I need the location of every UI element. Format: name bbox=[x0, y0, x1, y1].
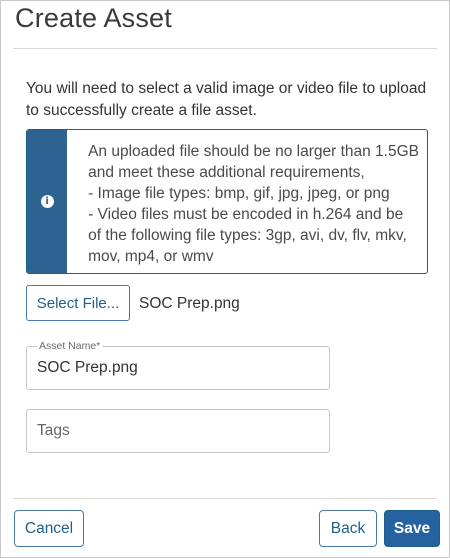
selected-file-name: SOC Prep.png bbox=[139, 295, 240, 312]
info-text: An uploaded file should be no larger tha… bbox=[67, 130, 427, 273]
info-line: mov, mp4, or wmv bbox=[88, 248, 214, 265]
intro-text: You will need to select a valid image or… bbox=[26, 78, 436, 122]
info-line: - Video files must be encoded in h.264 a… bbox=[88, 206, 404, 223]
select-file-button[interactable]: Select File... bbox=[26, 285, 130, 321]
file-requirements-info: i An uploaded file should be no larger t… bbox=[26, 129, 428, 274]
info-line: of the following file types: 3gp, avi, d… bbox=[88, 227, 407, 244]
create-asset-dialog: Create Asset You will need to select a v… bbox=[0, 0, 450, 558]
save-button[interactable]: Save bbox=[384, 510, 440, 547]
dialog-title: Create Asset bbox=[15, 3, 172, 33]
asset-name-input[interactable] bbox=[37, 347, 317, 389]
tags-field[interactable] bbox=[26, 409, 330, 453]
intro-line: to successfully create a file asset. bbox=[26, 102, 257, 119]
info-line: An uploaded file should be no larger tha… bbox=[88, 143, 419, 160]
info-line: - Image file types: bmp, gif, jpg, jpeg,… bbox=[88, 185, 390, 202]
cancel-button[interactable]: Cancel bbox=[14, 510, 84, 547]
asset-name-field[interactable]: Asset Name* bbox=[26, 340, 330, 390]
back-button[interactable]: Back bbox=[319, 510, 377, 547]
tags-input[interactable] bbox=[37, 410, 317, 452]
intro-line: You will need to select a valid image or… bbox=[26, 80, 427, 97]
info-sidebar: i bbox=[27, 130, 68, 273]
info-line: and meet these additional requirements, bbox=[88, 164, 365, 181]
info-icon: i bbox=[40, 195, 54, 208]
footer-divider bbox=[13, 498, 437, 499]
header-divider bbox=[13, 48, 437, 49]
